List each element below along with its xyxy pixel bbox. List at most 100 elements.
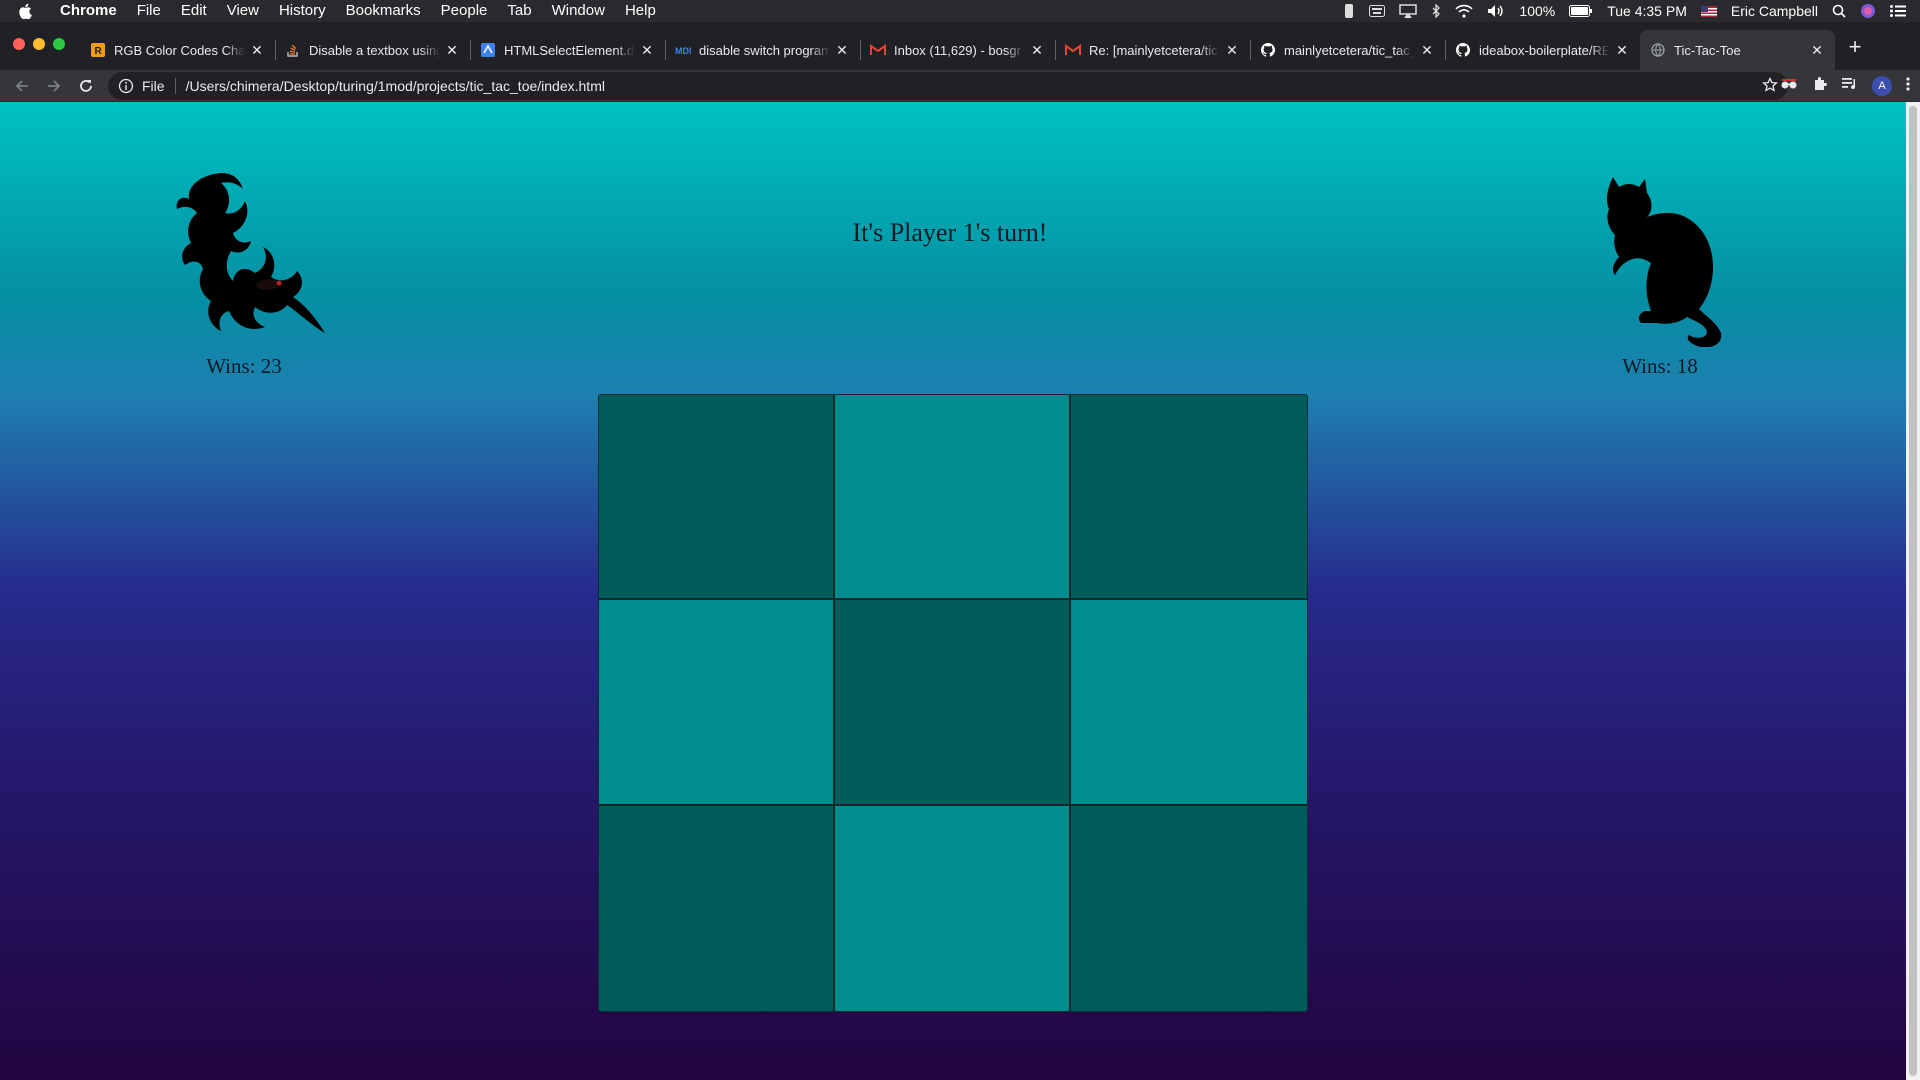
tab-5[interactable]: Inbox (11,629) - bosgr ✕ bbox=[860, 30, 1055, 70]
browser-tab-strip: R RGB Color Codes Chart ✕ Disable a textbox… bbox=[0, 22, 1920, 70]
tab-8[interactable]: ideabox-boilerplate/RE ✕ bbox=[1445, 30, 1640, 70]
board-cell-2[interactable] bbox=[835, 395, 1071, 601]
player-2-panel: Wins: 18 bbox=[1560, 162, 1760, 379]
game-board bbox=[598, 394, 1308, 1012]
board-cell-4[interactable] bbox=[599, 600, 835, 806]
board-cell-7[interactable] bbox=[599, 805, 835, 1011]
menu-bookmarks[interactable]: Bookmarks bbox=[336, 0, 431, 22]
tab-close-icon[interactable]: ✕ bbox=[1809, 42, 1825, 59]
tab-close-icon[interactable]: ✕ bbox=[1419, 42, 1435, 59]
tab-7[interactable]: mainlyetcetera/tic_tac_ ✕ bbox=[1250, 30, 1445, 70]
board-cell-6[interactable] bbox=[1071, 600, 1307, 806]
back-arrow-icon bbox=[15, 80, 28, 92]
chrome-menu-icon[interactable] bbox=[1906, 76, 1910, 97]
tab-close-icon[interactable]: ✕ bbox=[1029, 42, 1045, 59]
bookmark-star-icon[interactable] bbox=[1762, 76, 1778, 96]
tab-close-icon[interactable]: ✕ bbox=[1614, 42, 1630, 59]
extension-glasses-icon[interactable] bbox=[1780, 77, 1798, 95]
tab-close-icon[interactable]: ✕ bbox=[444, 42, 460, 59]
new-tab-button[interactable]: + bbox=[1845, 36, 1865, 58]
tab-title: RGB Color Codes Chart bbox=[114, 42, 245, 58]
spotlight-search-icon[interactable] bbox=[1832, 4, 1846, 18]
tab-4[interactable]: MDN disable switch program✕ bbox=[665, 30, 860, 70]
menu-file[interactable]: File bbox=[127, 0, 171, 22]
wifi-icon[interactable] bbox=[1455, 4, 1473, 18]
tab-title: Re: [mainlyetcetera/tic bbox=[1089, 42, 1218, 58]
scrollbar-thumb[interactable] bbox=[1909, 106, 1917, 1076]
volume-icon[interactable] bbox=[1487, 4, 1505, 18]
gmail-icon bbox=[870, 42, 886, 58]
tab-close-icon[interactable]: ✕ bbox=[1224, 42, 1240, 59]
board-cell-5[interactable] bbox=[835, 600, 1071, 806]
keyboard-icon[interactable] bbox=[1369, 5, 1386, 17]
board-cell-9[interactable] bbox=[1071, 805, 1307, 1011]
tab-1[interactable]: R RGB Color Codes Chart ✕ bbox=[80, 30, 275, 70]
close-window-button[interactable] bbox=[13, 38, 25, 50]
reload-button[interactable] bbox=[76, 76, 96, 96]
media-queue-icon[interactable] bbox=[1842, 77, 1858, 96]
menu-app-chrome[interactable]: Chrome bbox=[50, 0, 127, 22]
tab-6[interactable]: Re: [mainlyetcetera/tic ✕ bbox=[1055, 30, 1250, 70]
fullscreen-window-button[interactable] bbox=[53, 38, 65, 50]
gmail-icon bbox=[1065, 42, 1081, 58]
menu-view[interactable]: View bbox=[217, 0, 269, 22]
tab-close-icon[interactable]: ✕ bbox=[834, 42, 850, 59]
minimize-window-button[interactable] bbox=[33, 38, 45, 50]
clock[interactable]: Tue 4:35 PM bbox=[1607, 3, 1687, 19]
siri-icon[interactable] bbox=[1860, 3, 1876, 19]
tab-title: ideabox-boilerplate/RE bbox=[1479, 42, 1610, 58]
macos-menu-bar: Chrome File Edit View History Bookmarks … bbox=[0, 0, 1920, 22]
url-scheme-label: File bbox=[142, 78, 165, 94]
tab-list: R RGB Color Codes Chart ✕ Disable a textbox… bbox=[80, 30, 1835, 70]
forward-button[interactable] bbox=[44, 76, 64, 96]
menu-window[interactable]: Window bbox=[542, 0, 615, 22]
tab-title: Disable a textbox using bbox=[309, 42, 440, 58]
user-name[interactable]: Eric Campbell bbox=[1731, 3, 1818, 19]
forward-arrow-icon bbox=[48, 80, 61, 92]
tab-3[interactable]: HTMLSelectElement.di ✕ bbox=[470, 30, 665, 70]
battery-percent: 100% bbox=[1519, 3, 1556, 19]
r-square-icon: R bbox=[90, 42, 106, 58]
airplay-icon[interactable] bbox=[1399, 4, 1418, 18]
menu-help[interactable]: Help bbox=[615, 0, 666, 22]
tab-title: Inbox (11,629) - bosgr bbox=[894, 42, 1021, 58]
tab-9[interactable]: Tic-Tac-Toe ✕ bbox=[1640, 30, 1835, 70]
github-icon bbox=[1455, 42, 1471, 58]
tab-2[interactable]: Disable a textbox using ✕ bbox=[275, 30, 470, 70]
tab-close-icon[interactable]: ✕ bbox=[639, 42, 655, 59]
site-info-icon[interactable] bbox=[118, 78, 134, 94]
menu-people[interactable]: People bbox=[431, 0, 498, 22]
github-icon bbox=[1260, 42, 1276, 58]
us-flag-icon[interactable] bbox=[1700, 5, 1717, 17]
board-cell-8[interactable] bbox=[835, 805, 1071, 1011]
address-bar[interactable]: File /Users/chimera/Desktop/turing/1mod/… bbox=[108, 72, 1788, 100]
evernote-icon[interactable] bbox=[1343, 3, 1355, 19]
menu-history[interactable]: History bbox=[269, 0, 336, 22]
dragon-icon bbox=[144, 162, 344, 352]
back-button[interactable] bbox=[12, 76, 32, 96]
tab-title: HTMLSelectElement.di bbox=[504, 42, 635, 58]
profile-avatar[interactable]: A bbox=[1872, 76, 1892, 96]
menu-tab[interactable]: Tab bbox=[497, 0, 541, 22]
stackoverflow-icon bbox=[285, 42, 301, 58]
svg-text:MDN: MDN bbox=[675, 46, 691, 55]
window-controls bbox=[13, 38, 65, 50]
board-cell-1[interactable] bbox=[599, 395, 835, 601]
extensions-puzzle-icon[interactable] bbox=[1812, 76, 1828, 97]
notification-center-icon[interactable] bbox=[1890, 5, 1906, 17]
menu-edit[interactable]: Edit bbox=[171, 0, 217, 22]
bluetooth-icon[interactable] bbox=[1431, 4, 1441, 18]
page-scrollbar[interactable] bbox=[1906, 102, 1920, 1080]
player-1-wins: Wins: 23 bbox=[206, 354, 282, 378]
tab-title: mainlyetcetera/tic_tac_ bbox=[1284, 42, 1415, 58]
board-cell-3[interactable] bbox=[1071, 395, 1307, 601]
player-2-wins: Wins: 18 bbox=[1622, 354, 1698, 378]
apple-logo-icon[interactable] bbox=[18, 3, 40, 19]
svg-text:R: R bbox=[95, 46, 103, 57]
browser-toolbar: File /Users/chimera/Desktop/turing/1mod/… bbox=[0, 70, 1920, 102]
tab-close-icon[interactable]: ✕ bbox=[249, 42, 265, 59]
omnibox-divider bbox=[174, 78, 176, 94]
battery-icon[interactable] bbox=[1569, 5, 1593, 17]
toolbar-icons: A bbox=[1780, 70, 1920, 102]
url-text[interactable]: /Users/chimera/Desktop/turing/1mod/proje… bbox=[186, 78, 605, 94]
